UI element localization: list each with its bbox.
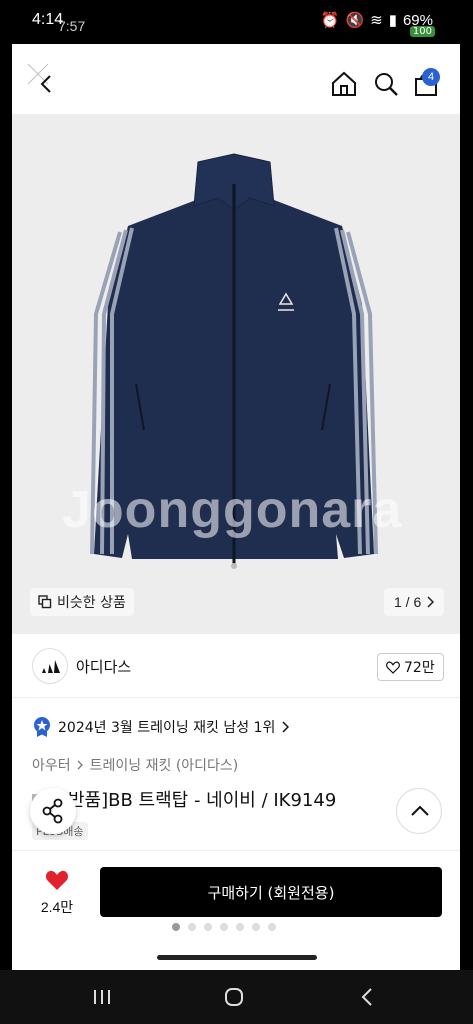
android-nav-bar	[0, 970, 473, 1024]
status-time-overlay: 7:57	[58, 18, 86, 34]
chevron-up-icon	[411, 805, 429, 816]
home-button-icon[interactable]	[222, 985, 246, 1009]
breadcrumb-chevron-icon	[77, 760, 83, 770]
wish-button[interactable]: 2.4만	[32, 869, 82, 917]
page-dot	[172, 923, 180, 931]
back-icon[interactable]	[38, 74, 54, 94]
brand-name[interactable]: 아디다스	[76, 656, 131, 677]
breadcrumb-level2[interactable]: 트레이닝 재킷 (아디다스)	[90, 755, 239, 775]
page-dot	[268, 923, 276, 931]
product-image	[90, 153, 378, 569]
scroll-to-top-button[interactable]	[396, 788, 442, 834]
page-dot	[188, 923, 196, 931]
share-icon	[42, 798, 63, 824]
product-title: 반품]BB 트랙탑 - 네이비 / IK9149	[32, 786, 336, 812]
product-title-text: 반품]BB 트랙탑 - 네이비 / IK9149	[68, 790, 337, 811]
wifi-icon: ≋	[370, 12, 383, 29]
ranking-text: 2024년 3월 트레이닝 재킷 남성 1위	[58, 720, 276, 736]
signal-icon: ▮	[388, 12, 397, 29]
app-frame: 4 Joonggonara 비슷한 상품 1 / 6 아디다스 72만 2024…	[12, 0, 460, 970]
mute-icon: 🔇	[345, 12, 365, 29]
image-pager[interactable]: 1 / 6	[384, 588, 445, 616]
page-dot	[236, 923, 244, 931]
ranking-banner[interactable]: 2024년 3월 트레이닝 재킷 남성 1위	[32, 716, 290, 738]
breadcrumb: 아우터 트레이닝 재킷 (아디다스)	[32, 755, 238, 775]
alarm-icon: ⏰	[320, 12, 340, 29]
brand-like-button[interactable]: 72만	[377, 653, 444, 681]
page-indicator	[172, 923, 276, 931]
back-button-icon[interactable]	[356, 985, 380, 1009]
home-indicator[interactable]	[157, 955, 317, 960]
copy-icon	[38, 595, 52, 609]
similar-products-button[interactable]: 비슷한 상품	[30, 588, 134, 616]
brand-like-count: 72만	[404, 660, 435, 676]
chevron-right-icon	[427, 596, 435, 608]
image-pager-text: 1 / 6	[394, 594, 422, 610]
search-icon[interactable]	[372, 70, 400, 98]
purchase-bar: 2.4만 구매하기 (회원전용)	[12, 850, 460, 970]
share-button[interactable]	[30, 788, 76, 834]
breadcrumb-level1[interactable]: 아우터	[32, 755, 71, 775]
page-dot	[204, 923, 212, 931]
similar-products-label: 비슷한 상품	[57, 595, 126, 611]
recent-apps-icon[interactable]	[90, 985, 114, 1009]
product-image-carousel[interactable]: Joonggonara 비슷한 상품 1 / 6	[12, 114, 460, 634]
wish-count: 2.4만	[40, 899, 74, 915]
ranking-badge-icon	[34, 717, 50, 737]
status-bar: 4:14 7:57 ⏰ 🔇 ≋ ▮ 69% 100	[0, 0, 473, 44]
battery-badge: 100	[409, 26, 435, 37]
page-dot	[220, 923, 228, 931]
chevron-right-icon	[282, 721, 290, 733]
page-dot	[252, 923, 260, 931]
heart-outline-icon	[386, 661, 400, 674]
brand-row[interactable]: 아디다스 72만	[12, 634, 460, 698]
brand-logo[interactable]	[32, 648, 68, 684]
watermark: Joonggonara	[62, 481, 403, 539]
home-icon[interactable]	[330, 70, 358, 98]
cart-badge: 4	[422, 68, 440, 86]
top-navigation: 4	[12, 44, 460, 114]
adidas-logo-icon	[42, 660, 60, 673]
heart-filled-icon	[45, 870, 69, 890]
buy-button[interactable]: 구매하기 (회원전용)	[100, 867, 442, 917]
